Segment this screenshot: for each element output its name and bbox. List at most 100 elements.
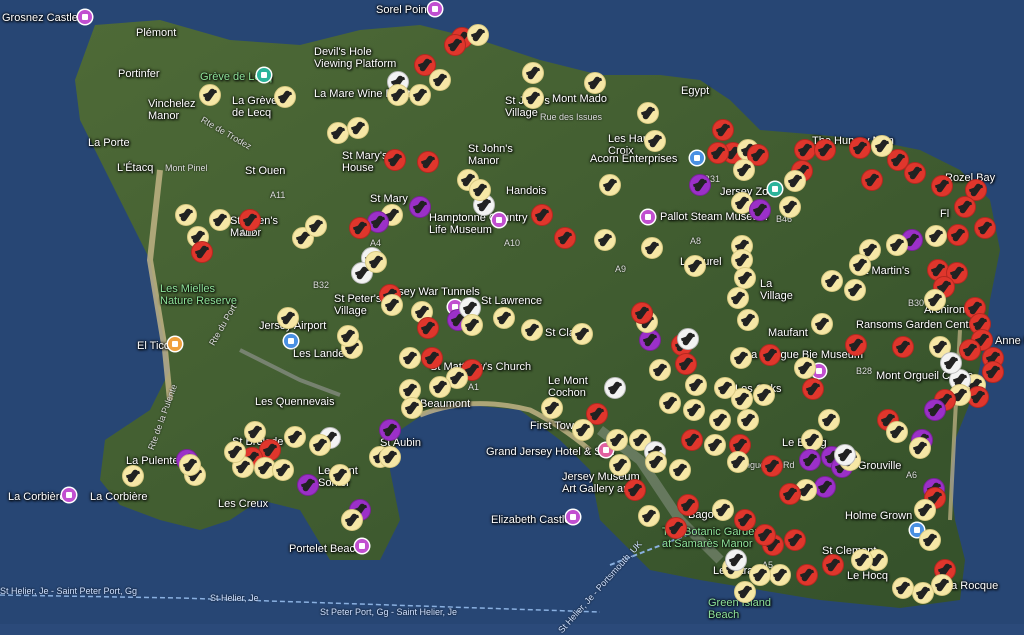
map-pin-yellow[interactable] xyxy=(892,577,914,599)
map-pin-yellow[interactable] xyxy=(886,234,908,256)
map-pin-red[interactable] xyxy=(849,137,871,159)
zoo-icon[interactable] xyxy=(768,182,782,196)
museum-icon[interactable] xyxy=(641,210,655,224)
map-pin-red[interactable] xyxy=(681,429,703,451)
map-pin-yellow[interactable] xyxy=(924,289,946,311)
map-pin-yellow[interactable] xyxy=(337,325,359,347)
map-pin-yellow[interactable] xyxy=(737,309,759,331)
map-pin-red[interactable] xyxy=(861,169,883,191)
attraction-icon[interactable] xyxy=(428,2,442,16)
map-pin-yellow[interactable] xyxy=(606,429,628,451)
map-pin-yellow[interactable] xyxy=(572,419,594,441)
map-pin-white[interactable] xyxy=(677,328,699,350)
map-pin-yellow[interactable] xyxy=(645,451,667,473)
map-pin-yellow[interactable] xyxy=(925,225,947,247)
map-pin-yellow[interactable] xyxy=(381,294,403,316)
map-pin-yellow[interactable] xyxy=(309,434,331,456)
map-pin-red[interactable] xyxy=(624,479,646,501)
map-pin-yellow[interactable] xyxy=(329,464,351,486)
map-pin-yellow[interactable] xyxy=(734,267,756,289)
map-pin-yellow[interactable] xyxy=(712,499,734,521)
map-pin-red[interactable] xyxy=(814,139,836,161)
map-pin-red[interactable] xyxy=(675,353,697,375)
map-pin-yellow[interactable] xyxy=(737,409,759,431)
map-pin-yellow[interactable] xyxy=(399,347,421,369)
map-pin-yellow[interactable] xyxy=(429,69,451,91)
map-pin-yellow[interactable] xyxy=(811,313,833,335)
map-pin-yellow[interactable] xyxy=(685,374,707,396)
map-pin-yellow[interactable] xyxy=(919,529,941,551)
map-pin-red[interactable] xyxy=(796,564,818,586)
map-pin-yellow[interactable] xyxy=(461,314,483,336)
map-pin-yellow[interactable] xyxy=(122,465,144,487)
map-pin-yellow[interactable] xyxy=(684,255,706,277)
map-pin-yellow[interactable] xyxy=(584,72,606,94)
restaurant-icon[interactable] xyxy=(168,337,182,351)
map-pin-yellow[interactable] xyxy=(387,84,409,106)
place-elizabeth-castle[interactable]: Elizabeth Castle xyxy=(491,514,571,526)
map-pin-purple[interactable] xyxy=(749,199,771,221)
map-pin-yellow[interactable] xyxy=(365,251,387,273)
map-pin-yellow[interactable] xyxy=(274,86,296,108)
map-pin-yellow[interactable] xyxy=(341,509,363,531)
map-pin-red[interactable] xyxy=(239,209,261,231)
map-pin-yellow[interactable] xyxy=(609,454,631,476)
map-pin-yellow[interactable] xyxy=(727,451,749,473)
map-pin-red[interactable] xyxy=(554,227,576,249)
map-pin-red[interactable] xyxy=(444,34,466,56)
map-pin-yellow[interactable] xyxy=(659,392,681,414)
place-el-tico[interactable]: El Tico xyxy=(137,340,170,352)
map-pin-white[interactable] xyxy=(604,377,626,399)
map-pin-red[interactable] xyxy=(384,149,406,171)
map-pin-yellow[interactable] xyxy=(179,454,201,476)
map-pin-red[interactable] xyxy=(531,204,553,226)
map-pin-red[interactable] xyxy=(761,455,783,477)
map-pin-red[interactable] xyxy=(822,554,844,576)
map-pin-purple[interactable] xyxy=(689,174,711,196)
place-portelet-beach[interactable]: Portelet Beach xyxy=(289,543,361,555)
map-pin-purple[interactable] xyxy=(297,474,319,496)
place-hamptonne[interactable]: Hamptonne Country Life Museum xyxy=(429,212,527,236)
place-holme-grown[interactable]: Holme Grown xyxy=(845,510,912,522)
map-pin-yellow[interactable] xyxy=(912,582,934,604)
map-pin-yellow[interactable] xyxy=(769,564,791,586)
place-ransoms[interactable]: Ransoms Garden Centre xyxy=(856,319,978,331)
map-pin-yellow[interactable] xyxy=(272,459,294,481)
place-la-corbiere-lighthouse[interactable]: La Corbière xyxy=(8,491,65,503)
place-acorn[interactable]: Acorn Enterprises xyxy=(590,153,677,165)
beach-icon[interactable] xyxy=(355,539,369,553)
map-pin-red[interactable] xyxy=(845,334,867,356)
map-pin-red[interactable] xyxy=(802,378,824,400)
castle-icon[interactable] xyxy=(566,510,580,524)
map-pin-yellow[interactable] xyxy=(401,397,423,419)
map-pin-yellow[interactable] xyxy=(727,287,749,309)
map-pin-yellow[interactable] xyxy=(209,209,231,231)
map-pin-purple[interactable] xyxy=(799,449,821,471)
attraction-icon[interactable] xyxy=(78,10,92,24)
map-pin-white[interactable] xyxy=(940,352,962,374)
map-pin-yellow[interactable] xyxy=(175,204,197,226)
map-pin-purple[interactable] xyxy=(379,419,401,441)
map-pin-yellow[interactable] xyxy=(522,62,544,84)
map-pin-yellow[interactable] xyxy=(493,307,515,329)
map-pin-yellow[interactable] xyxy=(541,397,563,419)
map-pin-red[interactable] xyxy=(349,217,371,239)
map-pin-yellow[interactable] xyxy=(284,426,306,448)
map-pin-yellow[interactable] xyxy=(886,421,908,443)
map-pin-red[interactable] xyxy=(754,524,776,546)
map-pin-red[interactable] xyxy=(734,509,756,531)
map-pin-yellow[interactable] xyxy=(199,84,221,106)
map-pin-yellow[interactable] xyxy=(734,581,756,603)
map-pin-yellow[interactable] xyxy=(931,574,953,596)
map-pin-yellow[interactable] xyxy=(849,254,871,276)
map-pin-yellow[interactable] xyxy=(467,24,489,46)
map-pin-yellow[interactable] xyxy=(844,279,866,301)
map-pin-purple[interactable] xyxy=(409,196,431,218)
map-pin-red[interactable] xyxy=(712,119,734,141)
map-pin-yellow[interactable] xyxy=(794,357,816,379)
map-pin-yellow[interactable] xyxy=(599,174,621,196)
map-pin-yellow[interactable] xyxy=(821,270,843,292)
map-pin-yellow[interactable] xyxy=(347,117,369,139)
map-pin-red[interactable] xyxy=(417,317,439,339)
map-pin-yellow[interactable] xyxy=(709,409,731,431)
